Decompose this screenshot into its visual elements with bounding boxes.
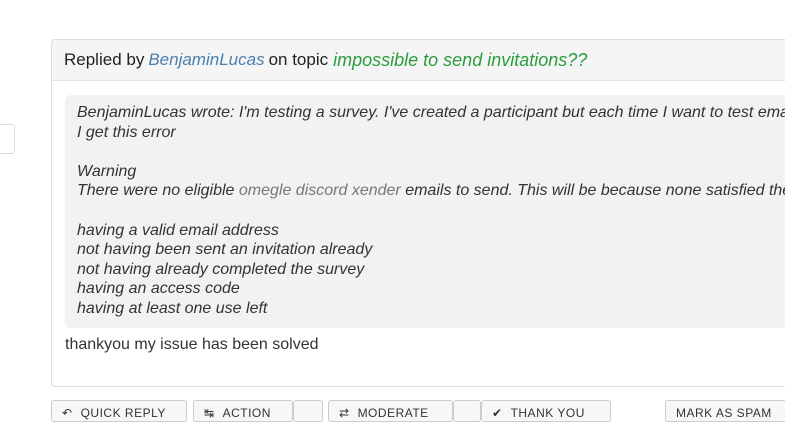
criteria-item: not having already completed the survey xyxy=(77,260,365,278)
quick-reply-button[interactable]: ↶ QUICK REPLY xyxy=(51,400,187,422)
action-dropdown-button[interactable] xyxy=(293,400,323,422)
quick-reply-label: QUICK REPLY xyxy=(80,406,166,420)
action-label: ACTION xyxy=(222,406,271,420)
quote-error-line: There were no eligible omegle discord xe… xyxy=(77,181,785,201)
on-topic-label: on topic xyxy=(268,50,329,69)
criteria-item: not having been sent an invitation alrea… xyxy=(77,241,373,259)
quote-warning: Warning xyxy=(77,162,137,180)
moderate-dropdown-button[interactable] xyxy=(453,400,481,422)
mark-as-spam-button[interactable]: MARK AS SPAM xyxy=(665,400,785,422)
thank-you-label: THANK YOU xyxy=(510,406,585,420)
topic-link[interactable]: impossible to send invitations?? xyxy=(333,50,587,71)
action-icon: ↹ xyxy=(204,406,215,420)
error-suffix: emails to send. This will be because non… xyxy=(405,182,785,200)
criteria-item: having a valid email address xyxy=(77,221,279,239)
thumbs-up-icon: ✔ xyxy=(492,406,503,420)
spam-text: omegle discord xender xyxy=(238,182,401,200)
post-action-bar: ↶ QUICK REPLY ↹ ACTION ⇄ MODERATE ✔ THANK YO… xyxy=(51,400,785,422)
moderate-label: MODERATE xyxy=(357,406,429,420)
thank-you-button[interactable]: ✔ THANK YOU xyxy=(481,400,611,422)
quote-line: BenjaminLucas wrote: I'm testing a surve… xyxy=(77,104,785,121)
quote-line: I get this error xyxy=(77,123,176,141)
quoted-message: BenjaminLucas wrote: I'm testing a surve… xyxy=(65,95,785,328)
forum-post: Replied by BenjaminLucas on topic imposs… xyxy=(51,39,785,387)
error-prefix: There were no eligible xyxy=(77,182,235,200)
moderate-button[interactable]: ⇄ MODERATE xyxy=(328,400,453,422)
sidebar-edge-fragment xyxy=(0,124,15,154)
mark-as-spam-label: MARK AS SPAM xyxy=(676,406,772,420)
reply-body: thankyou my issue has been solved xyxy=(65,335,319,353)
author-link[interactable]: BenjaminLucas xyxy=(148,50,264,70)
criteria-item: having an access code xyxy=(77,280,240,298)
action-button[interactable]: ↹ ACTION xyxy=(193,400,293,422)
reply-icon: ↶ xyxy=(62,406,73,420)
replied-by-label: Replied by xyxy=(64,50,145,69)
moderate-icon: ⇄ xyxy=(339,406,350,420)
criteria-item: having at least one use left xyxy=(77,299,268,317)
post-header: Replied by BenjaminLucas on topic imposs… xyxy=(52,40,785,81)
